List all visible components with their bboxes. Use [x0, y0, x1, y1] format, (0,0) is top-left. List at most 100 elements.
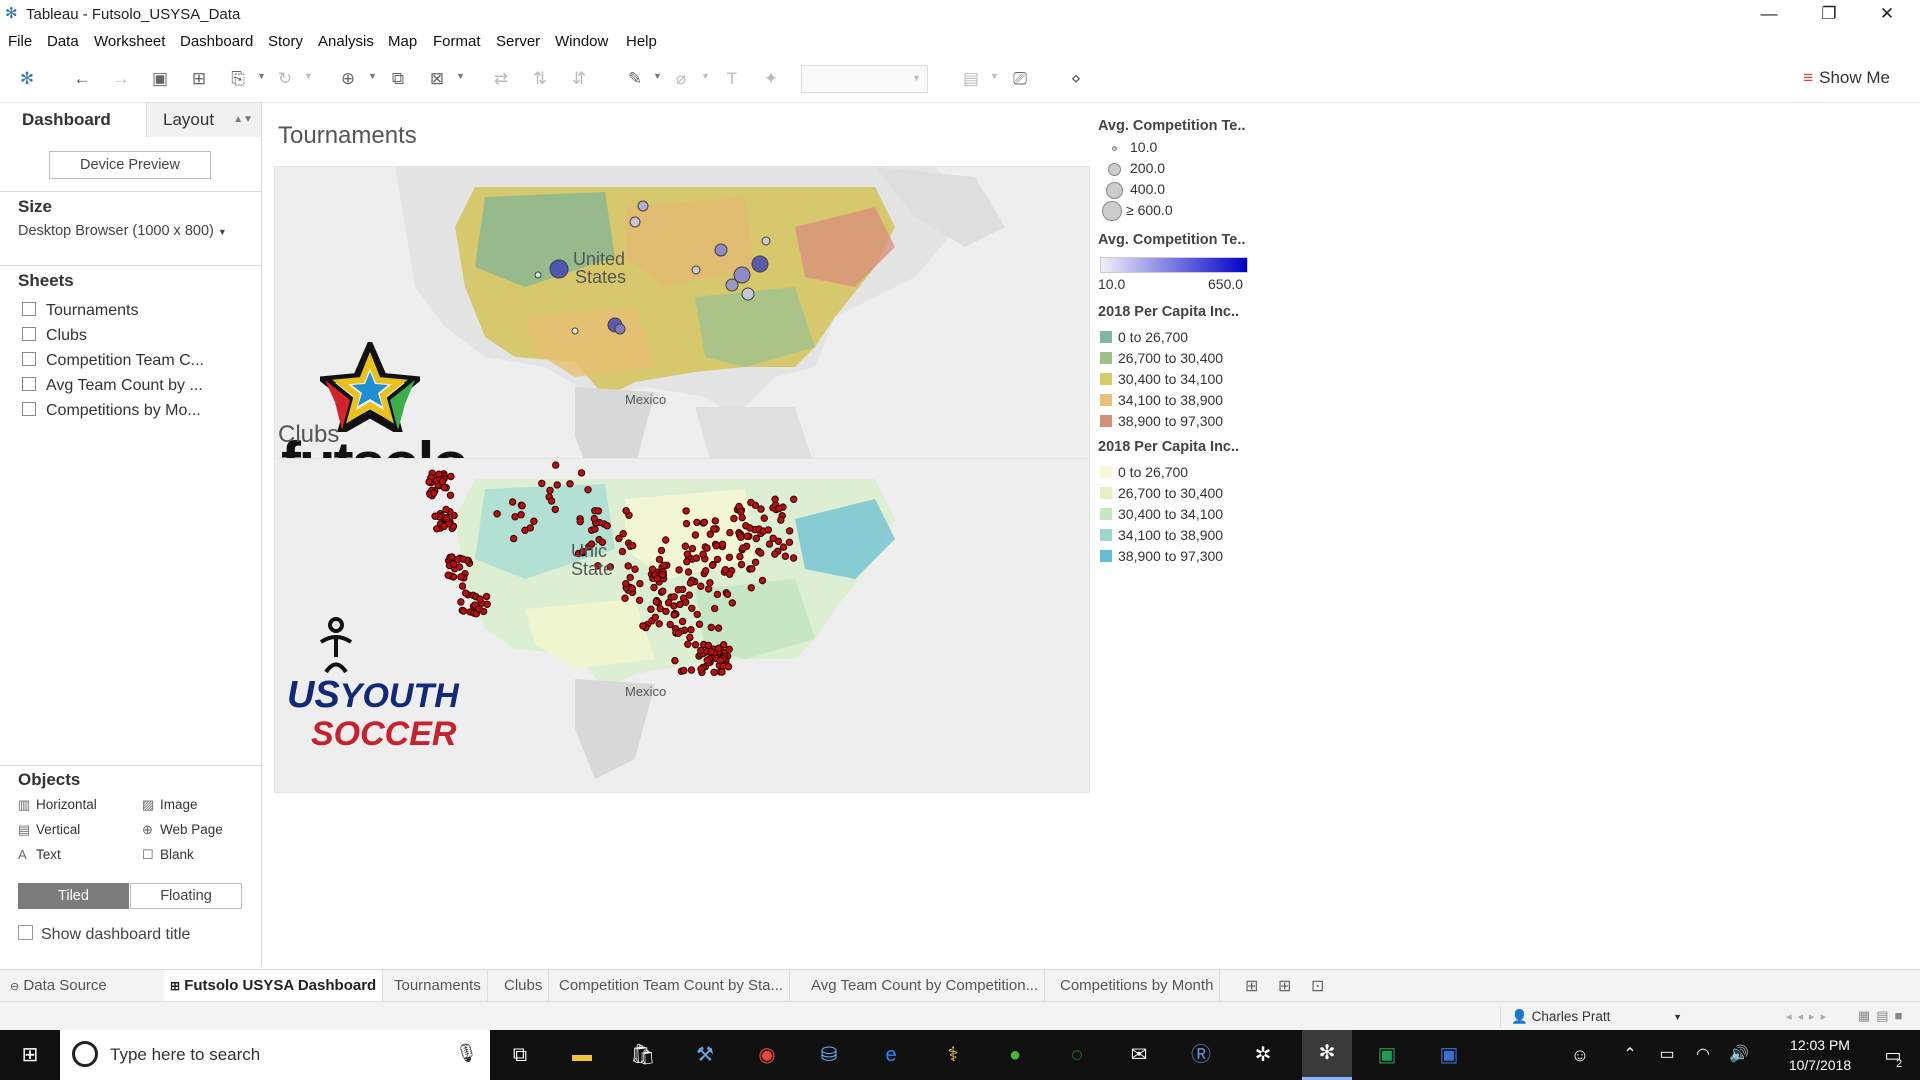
presentation-mode-icon[interactable]: ⎚: [1009, 68, 1031, 90]
object-web-page[interactable]: ⊕ Web Page: [142, 822, 223, 838]
minimize-button[interactable]: —: [1740, 0, 1798, 30]
new-dashboard-icon[interactable]: ⊞: [1278, 976, 1291, 996]
restore-button[interactable]: ❐: [1800, 0, 1858, 30]
word-icon[interactable]: ▣: [1434, 1040, 1464, 1070]
tab-clubs[interactable]: Clubs: [498, 970, 550, 1002]
new-datasource-icon[interactable]: ⊞: [188, 68, 210, 90]
undo-icon[interactable]: ←: [71, 68, 93, 90]
people-icon[interactable]: ☺: [1565, 1040, 1595, 1070]
caret-down-icon[interactable]: ▼: [368, 71, 377, 81]
menu-dashboard[interactable]: Dashboard: [180, 33, 253, 50]
tab-competition-team-count[interactable]: Competition Team Count by Sta...: [553, 970, 791, 1002]
task-view-icon[interactable]: ⧉: [505, 1040, 535, 1070]
tournaments-map[interactable]: United States Mexico futsolo: [274, 166, 1090, 501]
group-icon[interactable]: ⌀: [670, 68, 692, 90]
caret-down-icon[interactable]: ▼: [304, 71, 313, 81]
mail-icon[interactable]: ✉: [1124, 1040, 1154, 1070]
fit-dropdown[interactable]: ▼: [801, 65, 928, 93]
show-hidden-icons[interactable]: ⌃: [1615, 1040, 1645, 1070]
caret-down-icon[interactable]: ▼: [701, 71, 710, 81]
action-center-icon[interactable]: ▭: [1878, 1040, 1908, 1070]
sheet-item-competitions-by-month[interactable]: Competitions by Mo...: [22, 400, 201, 422]
slack-icon[interactable]: ✲: [1248, 1040, 1278, 1070]
clubs-map[interactable]: Unic State Mexico USYOUTH SOCCER: [274, 458, 1090, 793]
tiled-toggle[interactable]: Tiled: [18, 883, 129, 909]
income-legend-item[interactable]: 0 to 26,700: [1098, 462, 1188, 482]
sheet-item-tournaments[interactable]: Tournaments: [22, 300, 139, 322]
windows-start-icon[interactable]: ⊞: [15, 1040, 45, 1070]
object-text[interactable]: A Text: [18, 847, 61, 862]
menu-map[interactable]: Map: [388, 33, 417, 50]
menu-analysis[interactable]: Analysis: [318, 33, 374, 50]
caret-down-icon[interactable]: ▼: [653, 71, 662, 81]
sheet-item-clubs[interactable]: Clubs: [22, 325, 87, 347]
floating-toggle[interactable]: Floating: [130, 883, 242, 909]
object-image[interactable]: ▨ Image: [142, 797, 198, 813]
store-icon[interactable]: 🛍: [628, 1040, 658, 1070]
labels-icon[interactable]: T: [721, 68, 743, 90]
menu-data[interactable]: Data: [47, 33, 79, 50]
new-worksheet-icon[interactable]: ⊕: [337, 68, 359, 90]
new-story-icon[interactable]: ⊡: [1311, 976, 1324, 996]
view-mode-icons[interactable]: ▦▤■: [1858, 1008, 1908, 1024]
save-icon[interactable]: ▣: [149, 68, 171, 90]
edge-icon[interactable]: e: [876, 1040, 906, 1070]
menu-worksheet[interactable]: Worksheet: [94, 33, 165, 50]
user-menu[interactable]: 👤 Charles Pratt ▼: [1500, 1007, 1690, 1027]
income-legend-item[interactable]: 38,900 to 97,300: [1098, 546, 1223, 566]
income-legend-item[interactable]: 34,100 to 38,900: [1098, 390, 1223, 410]
income-legend-item[interactable]: 34,100 to 38,900: [1098, 525, 1223, 545]
volume-icon[interactable]: 🔊: [1724, 1040, 1754, 1070]
ssms-icon[interactable]: ⚒: [690, 1040, 720, 1070]
menu-story[interactable]: Story: [268, 33, 303, 50]
highlight-icon[interactable]: ✎: [624, 68, 646, 90]
menu-server[interactable]: Server: [496, 33, 540, 50]
sort-ascending-icon[interactable]: ⇅: [529, 68, 551, 90]
menu-window[interactable]: Window: [555, 33, 608, 50]
device-preview-button[interactable]: Device Preview: [49, 151, 211, 179]
income-legend-item[interactable]: 0 to 26,700: [1098, 327, 1188, 347]
income-legend-item[interactable]: 26,700 to 30,400: [1098, 483, 1223, 503]
file-explorer-icon[interactable]: ▬: [567, 1040, 597, 1070]
income-legend-item[interactable]: 30,400 to 34,100: [1098, 504, 1223, 524]
duplicate-sheet-icon[interactable]: ⧉: [387, 68, 409, 90]
pin-icon[interactable]: ✦: [760, 68, 782, 90]
redo-icon[interactable]: →: [110, 68, 132, 90]
tab-dashboard[interactable]: Dashboard: [0, 103, 146, 137]
object-horizontal[interactable]: ▥ Horizontal: [18, 797, 97, 813]
tableau-home-icon[interactable]: ✻: [16, 68, 38, 90]
rstudio-icon[interactable]: Ⓡ: [1186, 1040, 1216, 1070]
new-worksheet-icon[interactable]: ⊞: [1245, 976, 1258, 996]
tab-tournaments[interactable]: Tournaments: [388, 970, 488, 1002]
show-cards-icon[interactable]: ▤: [960, 68, 982, 90]
tab-nav-arrows-icon[interactable]: ◂◂▸▸: [1786, 1010, 1832, 1023]
clear-sheet-icon[interactable]: ⊠: [426, 68, 448, 90]
clock[interactable]: 12:03 PM 10/7/2018: [1770, 1035, 1870, 1075]
refresh-app-icon[interactable]: ◌: [1062, 1040, 1092, 1070]
battery-icon[interactable]: ▭: [1652, 1040, 1682, 1070]
sort-descending-icon[interactable]: ⇵: [568, 68, 590, 90]
income-legend-item[interactable]: 38,900 to 97,300: [1098, 411, 1223, 431]
pause-updates-icon[interactable]: ⎘: [227, 68, 249, 90]
python-icon[interactable]: ⚕: [938, 1040, 968, 1070]
income-legend-item[interactable]: 26,700 to 30,400: [1098, 348, 1223, 368]
object-vertical[interactable]: ▤ Vertical: [18, 822, 80, 838]
menu-file[interactable]: File: [8, 33, 32, 50]
taskbar-search-box[interactable]: Type here to search 🎙: [60, 1030, 490, 1080]
menu-help[interactable]: Help: [626, 33, 657, 50]
tab-futsolo-usysa-dashboard[interactable]: ⊞ Futsolo USYSA Dashboard: [164, 970, 384, 1002]
tab-layout[interactable]: Layout ▲▼: [146, 103, 261, 137]
wifi-icon[interactable]: ◠: [1688, 1040, 1718, 1070]
excel-icon[interactable]: ▣: [1372, 1040, 1402, 1070]
caret-down-icon[interactable]: ▼: [257, 71, 266, 81]
tab-avg-team-count[interactable]: Avg Team Count by Competition...: [805, 970, 1046, 1002]
tableau-taskbar-button[interactable]: ✻: [1302, 1030, 1352, 1080]
microphone-icon[interactable]: 🎙: [455, 1043, 478, 1064]
object-blank[interactable]: ☐ Blank: [142, 847, 194, 863]
menu-format[interactable]: Format: [433, 33, 481, 50]
refresh-icon[interactable]: ↻: [274, 68, 296, 90]
show-title-checkbox[interactable]: Show dashboard title: [18, 925, 190, 944]
swap-axes-icon[interactable]: ⇄: [490, 68, 512, 90]
caret-down-icon[interactable]: ▼: [990, 71, 999, 81]
tab-data-source[interactable]: ⊖ Data Source: [4, 970, 167, 1002]
